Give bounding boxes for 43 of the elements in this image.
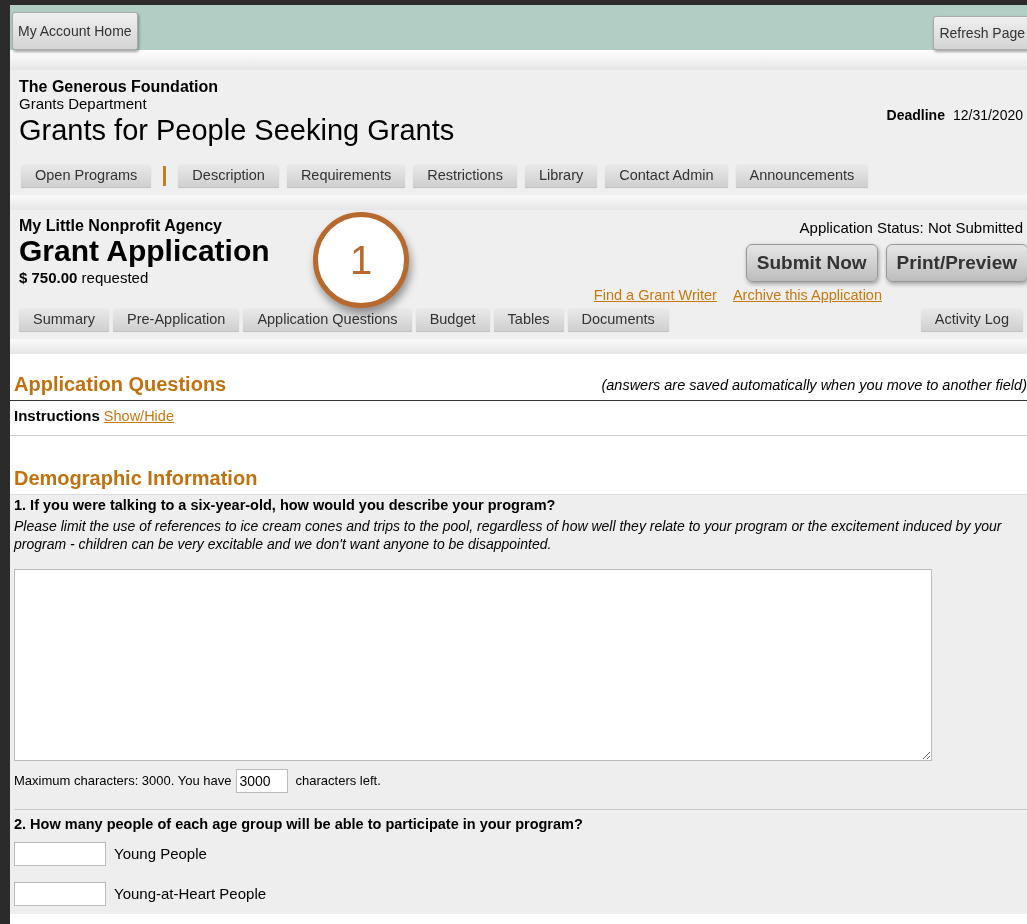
instructions-label: Instructions <box>14 407 100 425</box>
character-limit-text: characters left. <box>295 772 381 791</box>
nav-tab[interactable]: Summary <box>19 308 110 332</box>
nav-tab[interactable]: Contact Admin <box>605 164 728 187</box>
requested-amount: $ 750.00 requested <box>19 268 150 288</box>
nav-tab[interactable]: Budget <box>415 308 490 332</box>
show-hide-link[interactable]: Show/Hide <box>103 408 174 425</box>
program-title: Grants for People Seeking Grants <box>19 113 455 148</box>
department-name: Grants Department <box>19 96 148 112</box>
section-heading: Application Questions <box>14 372 227 397</box>
field-label: Young People <box>114 843 207 864</box>
count-field[interactable] <box>14 881 106 906</box>
answer-textarea[interactable] <box>14 569 932 761</box>
nav-tab[interactable]: Tables <box>493 308 564 332</box>
nav-tab[interactable]: Pre-Application <box>113 308 240 332</box>
section-heading: Demographic Information <box>13 466 259 491</box>
nav-tab[interactable]: Requirements <box>286 164 406 187</box>
question-text: 2. How many people of each age group will be able to participate in your program? <box>14 815 584 834</box>
nav-tab[interactable]: Activity Log <box>920 308 1023 332</box>
application-status: Application Status: Not Submitted <box>799 218 1024 238</box>
account-home-button[interactable]: My Account Home <box>12 12 138 50</box>
deadline-label: Deadline <box>886 106 945 125</box>
field-label: Young-at-Heart People <box>114 883 267 904</box>
count-field[interactable] <box>14 841 106 866</box>
autosave-note: (answers are saved automatically when you move to another field) <box>601 375 1027 395</box>
nav-tab[interactable]: Application Questions <box>243 308 412 332</box>
characters-left-field[interactable]: 3000 <box>235 769 288 793</box>
nav-tab[interactable]: Open Programs <box>21 164 152 187</box>
agency-name: My Little Nonprofit Agency <box>19 217 223 235</box>
refresh-button[interactable]: Refresh Page <box>933 16 1027 50</box>
action-button[interactable]: Submit Now <box>745 243 878 282</box>
nav-tab[interactable]: Documents <box>567 308 669 332</box>
organization-name: The Generous Foundation <box>19 78 220 96</box>
character-limit-text: Maximum characters: 3000. You have <box>14 772 232 791</box>
nav-tab[interactable]: Restrictions <box>413 164 517 187</box>
question-help: Please limit the use of references to ice cream cones and trips to the pool, regardless of how well they relate to your program or the excitement induced by your program - children can be very excitable and we don't want anyone to be disappointed. <box>14 517 1003 553</box>
deadline-date: 12/31/2020 <box>952 106 1023 125</box>
nav-tab[interactable]: Announcements <box>735 164 869 187</box>
action-button[interactable]: Print/Preview <box>885 243 1027 282</box>
application-title: Grant Application <box>19 235 270 267</box>
nav-tab[interactable]: Description <box>178 164 279 187</box>
nav-tab[interactable]: Library <box>524 164 598 187</box>
question-text: 1. If you were talking to a six-year-old, how would you describe your program? <box>14 496 557 516</box>
